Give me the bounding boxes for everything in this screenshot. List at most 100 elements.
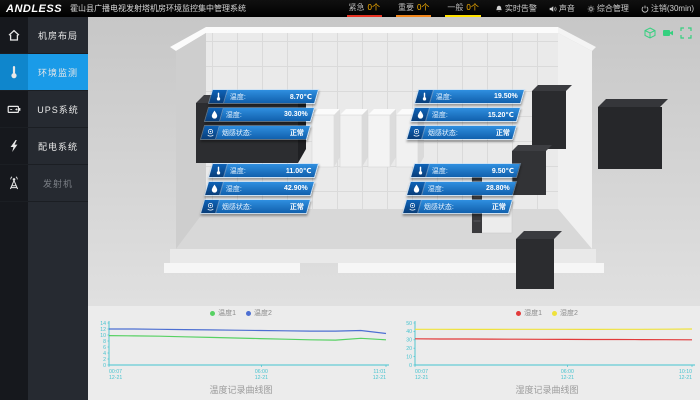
alarm-label: 重要 bbox=[398, 3, 414, 12]
button-label: 声音 bbox=[559, 3, 575, 14]
legend-item[interactable]: 温度1 bbox=[210, 308, 236, 318]
legend-item[interactable]: 湿度1 bbox=[516, 308, 542, 318]
svg-text:0: 0 bbox=[103, 363, 106, 369]
button-label: 注销(30min) bbox=[651, 3, 694, 14]
humidity-line-chart: 0102030405000:0712-2106:0012-2110:1012-2… bbox=[397, 318, 697, 382]
alarm-label: 紧急 bbox=[349, 3, 365, 12]
chart-title: 湿度记录曲线图 bbox=[394, 383, 700, 396]
alarm-counter-general[interactable]: 一般0个 bbox=[445, 1, 480, 17]
sensor-value: 19.50% bbox=[494, 93, 518, 100]
sound-toggle-button[interactable]: 声音 bbox=[549, 3, 575, 14]
power-icon bbox=[641, 5, 649, 13]
svg-text:40: 40 bbox=[406, 329, 412, 335]
alarm-counter-important[interactable]: 重要0个 bbox=[396, 1, 431, 17]
temperature-chart-panel: 温度1温度2 0246810121400:0712-2106:0012-2111… bbox=[88, 306, 394, 400]
cabinet-top bbox=[532, 85, 572, 91]
legend-item[interactable]: 湿度2 bbox=[552, 308, 578, 318]
sidebar-item-room-layout[interactable]: 机房布局 bbox=[0, 17, 88, 54]
svg-text:20: 20 bbox=[406, 346, 412, 352]
alarm-counter-critical[interactable]: 紧急0个 bbox=[347, 1, 382, 17]
thermometer-icon bbox=[0, 54, 28, 90]
svg-text:30: 30 bbox=[406, 338, 412, 344]
sensor-label: 温度: bbox=[436, 92, 452, 102]
chart-legend: 温度1 温度2 bbox=[88, 308, 394, 318]
camera-icon[interactable] bbox=[661, 26, 674, 39]
sensor-label: 温度: bbox=[230, 166, 246, 176]
sensor-value: 正常 bbox=[492, 202, 506, 212]
button-label: 实时告警 bbox=[505, 3, 537, 14]
svg-text:10: 10 bbox=[100, 333, 106, 339]
legend-dot bbox=[516, 311, 521, 316]
sensor-label: 湿度: bbox=[226, 184, 242, 194]
svg-text:12-21: 12-21 bbox=[561, 375, 574, 381]
alarm-label: 一般 bbox=[447, 3, 463, 12]
chart-title: 温度记录曲线图 bbox=[88, 383, 394, 396]
sensor-value: 30.30% bbox=[284, 111, 308, 118]
alarm-count: 0个 bbox=[417, 3, 429, 12]
gear-icon bbox=[587, 5, 595, 13]
speaker-icon bbox=[549, 5, 557, 13]
cabinet-top bbox=[512, 145, 552, 151]
realtime-alarm-button[interactable]: 实时告警 bbox=[495, 3, 537, 14]
svg-text:10: 10 bbox=[406, 354, 412, 360]
humidity-chart-panel: 湿度1湿度2 0102030405000:0712-2106:0012-2110… bbox=[394, 306, 700, 400]
sensor-value: 正常 bbox=[290, 202, 304, 212]
svg-text:12-21: 12-21 bbox=[679, 375, 692, 381]
sidebar-item-environment-monitoring[interactable]: 环境监测 bbox=[0, 54, 88, 91]
cabinet-top bbox=[598, 99, 668, 107]
button-label: 综合管理 bbox=[597, 3, 629, 14]
temperature-line-chart: 0246810121400:0712-2106:0012-2111:0112-2… bbox=[91, 318, 391, 382]
sensor-label: 湿度: bbox=[226, 110, 242, 120]
sensor-group-bottom-right[interactable]: 温度:9.50℃ 湿度:28.80% 烟感状态:正常 bbox=[404, 163, 519, 217]
wall-rim-back bbox=[206, 27, 558, 33]
sensor-group-bottom-left[interactable]: 温度:11.00℃ 湿度:42.90% 烟感状态:正常 bbox=[202, 163, 317, 217]
dark-cabinet-right-upper bbox=[532, 91, 566, 149]
sidebar-item-label: 机房布局 bbox=[28, 17, 88, 53]
legend-dot bbox=[552, 311, 557, 316]
admin-management-button[interactable]: 综合管理 bbox=[587, 3, 629, 14]
chart-legend: 湿度1 湿度2 bbox=[394, 308, 700, 318]
sensor-value: 9.50℃ bbox=[492, 167, 514, 175]
sensor-label: 湿度: bbox=[432, 110, 448, 120]
logout-button[interactable]: 注销(30min) bbox=[641, 3, 694, 14]
sidebar-item-label: 环境监测 bbox=[28, 54, 88, 90]
svg-text:12: 12 bbox=[100, 327, 106, 333]
cube-view-icon[interactable] bbox=[643, 26, 656, 39]
bell-icon bbox=[495, 5, 503, 13]
sensor-label: 烟感状态: bbox=[424, 202, 454, 212]
view-controls bbox=[643, 26, 692, 39]
sensor-label: 烟感状态: bbox=[428, 128, 458, 138]
sensor-label: 烟感状态: bbox=[222, 202, 252, 212]
svg-text:4: 4 bbox=[103, 351, 106, 357]
sidebar-item-ups-system[interactable]: UPS系统 bbox=[0, 91, 88, 128]
sensor-group-top-right[interactable]: 温度:19.50% 湿度:15.20℃ 烟感状态:正常 bbox=[408, 89, 523, 143]
fullscreen-icon[interactable] bbox=[679, 26, 692, 39]
sensor-value: 正常 bbox=[290, 128, 304, 138]
legend-dot bbox=[246, 311, 251, 316]
sidebar-item-transmitter[interactable]: 发射机 bbox=[0, 165, 88, 202]
sensor-value: 28.80% bbox=[486, 185, 510, 192]
legend-label: 温度2 bbox=[254, 308, 272, 318]
legend-label: 温度1 bbox=[218, 308, 236, 318]
svg-text:2: 2 bbox=[103, 357, 106, 363]
sensor-value: 正常 bbox=[496, 128, 510, 138]
svg-text:8: 8 bbox=[103, 339, 106, 345]
charts-section: 温度1温度2 0246810121400:0712-2106:0012-2111… bbox=[88, 306, 700, 400]
sensor-label: 温度: bbox=[230, 92, 246, 102]
home-icon bbox=[0, 17, 28, 53]
legend-label: 湿度1 bbox=[524, 308, 542, 318]
sidebar-item-label: UPS系统 bbox=[28, 91, 88, 127]
page-title: 霍山县广播电视发射塔机房环境监控集中管理系统 bbox=[70, 3, 246, 14]
svg-text:12-21: 12-21 bbox=[373, 375, 386, 381]
sidebar-nav: 机房布局 环境监测 UPS系统 配电系统 发射机 bbox=[0, 17, 88, 400]
sensor-value: 42.90% bbox=[284, 185, 308, 192]
legend-item[interactable]: 温度2 bbox=[246, 308, 272, 318]
broadcast-tower-icon bbox=[0, 165, 28, 201]
svg-text:12-21: 12-21 bbox=[415, 375, 428, 381]
sensor-group-top-left[interactable]: 温度:8.70℃ 湿度:30.30% 烟感状态:正常 bbox=[202, 89, 317, 143]
sidebar-item-power-distribution[interactable]: 配电系统 bbox=[0, 128, 88, 165]
dark-cabinet-far-right bbox=[598, 107, 662, 169]
sensor-value: 8.70℃ bbox=[290, 93, 312, 101]
svg-text:12-21: 12-21 bbox=[109, 375, 122, 381]
svg-text:50: 50 bbox=[406, 321, 412, 327]
